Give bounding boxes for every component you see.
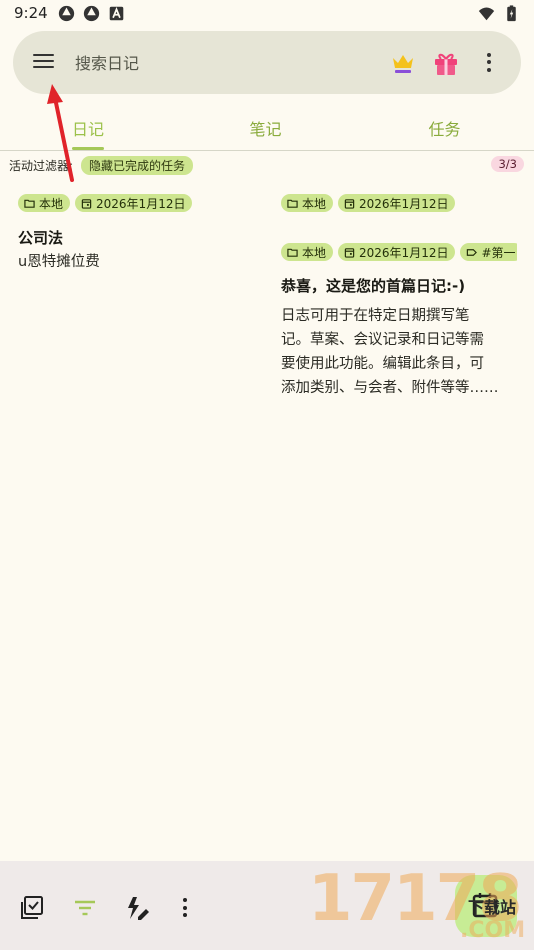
add-entry-fab[interactable]	[455, 875, 517, 937]
wifi-icon	[478, 7, 495, 21]
tab-diary[interactable]: 日记	[0, 104, 176, 150]
tab-tasks[interactable]: 任务	[355, 104, 534, 150]
card-title: 公司法	[18, 229, 64, 247]
calendar-icon	[81, 198, 92, 209]
card-body-line: 记。草案、会议记录和日记等需	[281, 332, 484, 348]
system-icons	[478, 5, 520, 22]
tab-notes[interactable]: 笔记	[176, 104, 355, 150]
card-chips: 本地 2026年1月12日	[281, 194, 521, 212]
card-chips: 本地 2026年1月12日	[18, 194, 258, 212]
calendar-icon	[344, 247, 355, 258]
aperture-icon	[83, 5, 100, 22]
diary-card[interactable]: 本地 2026年1月12日 #第一 恭喜，这是您的首篇日记:-) 日志可用于在特…	[281, 243, 517, 399]
chip-label: 本地	[302, 196, 327, 211]
more-vert-icon[interactable]	[178, 895, 192, 921]
chip-date: 2026年1月12日	[338, 243, 456, 261]
card-body: u恩特摊位费	[18, 254, 100, 270]
chip-label: 2026年1月12日	[359, 196, 449, 211]
filter-chip-hide-completed[interactable]: 隐藏已完成的任务	[81, 155, 194, 175]
chip-label: 本地	[302, 245, 327, 260]
chip-category: 本地	[18, 194, 71, 212]
filter-label: 活动过滤器:	[9, 158, 74, 173]
battery-icon	[507, 5, 516, 22]
more-vert-icon[interactable]	[481, 50, 497, 76]
active-filter-row: 活动过滤器: 隐藏已完成的任务	[9, 155, 194, 175]
status-bar: 9:24	[0, 0, 534, 28]
bottom-app-bar	[0, 861, 534, 950]
search-input[interactable]	[75, 50, 375, 76]
card-body-line: 要使用此功能。编辑此条目，可	[281, 356, 484, 372]
checklist-icon[interactable]	[19, 895, 45, 921]
chip-label: 本地	[39, 196, 64, 211]
calendar-add-icon	[472, 893, 498, 918]
diary-card[interactable]: 本地 2026年1月12日 公司法 u恩特摊位费	[18, 194, 258, 284]
gift-icon[interactable]	[431, 48, 461, 78]
tab-bar: 日记 笔记 任务	[0, 104, 534, 150]
chip-label: 2026年1月12日	[359, 245, 449, 260]
calendar-icon	[344, 198, 355, 209]
divider	[0, 150, 534, 151]
chip-tag: #第一	[460, 243, 517, 261]
chip-label: 2026年1月12日	[96, 196, 186, 211]
aperture-icon	[58, 5, 75, 22]
chip-category: 本地	[281, 194, 334, 212]
menu-icon[interactable]	[31, 50, 57, 76]
filter-icon[interactable]	[72, 895, 98, 921]
chip-category: 本地	[281, 243, 334, 261]
card-body-line: 日志可用于在特定日期撰写笔	[281, 308, 470, 324]
card-body-line: 添加类别、与会者、附件等等……	[281, 380, 499, 396]
folder-icon	[24, 199, 35, 208]
count-badge: 3/3	[491, 156, 524, 172]
folder-icon	[287, 248, 298, 257]
tag-icon	[467, 248, 478, 256]
chip-date: 2026年1月12日	[338, 194, 456, 212]
crown-icon[interactable]	[389, 49, 417, 77]
folder-icon	[287, 199, 298, 208]
font-icon	[109, 6, 124, 21]
card-body: 日志可用于在特定日期撰写笔 记。草案、会议记录和日记等需 要使用此功能。编辑此条…	[281, 304, 517, 400]
chip-label: #第一	[481, 245, 516, 260]
card-chips: 本地 2026年1月12日 #第一	[281, 243, 517, 261]
search-bar	[13, 31, 521, 94]
notification-icons	[58, 5, 125, 22]
chip-date: 2026年1月12日	[75, 194, 193, 212]
card-title: 恭喜，这是您的首篇日记:-)	[281, 277, 466, 295]
magic-edit-icon[interactable]	[124, 895, 150, 921]
diary-card[interactable]: 本地 2026年1月12日	[281, 194, 521, 216]
status-time: 9:24	[14, 4, 48, 22]
